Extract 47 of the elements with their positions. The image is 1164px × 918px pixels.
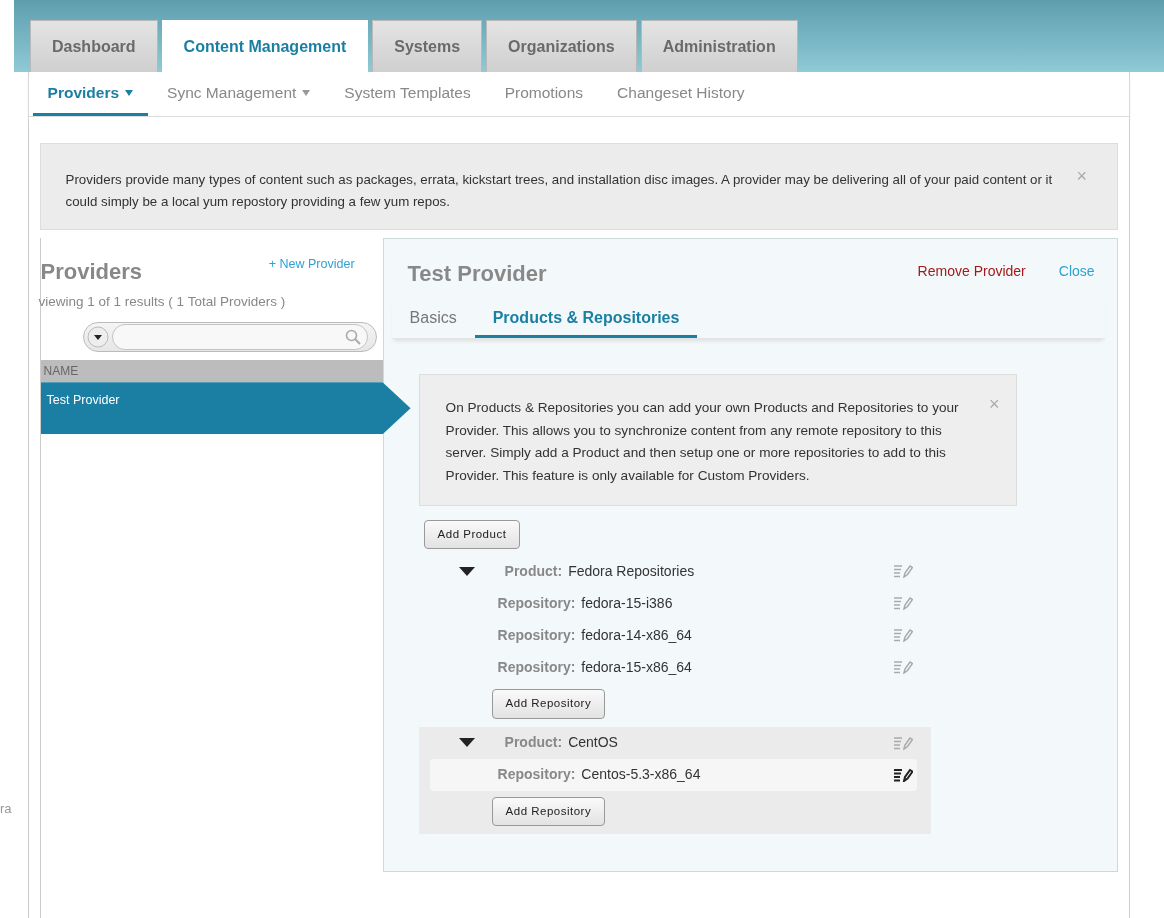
field-label: Product: [504,733,563,752]
provider-row[interactable]: Test Provider [40,382,411,435]
subnav-tab[interactable]: Sync Management [152,72,326,116]
detail-tab[interactable]: Basics [391,300,475,338]
field-label: Repository: [497,625,576,645]
remove-provider-link[interactable]: Remove Provider [917,261,1026,290]
panel-title: Providers [40,258,143,286]
provider-title: Test Provider [407,260,547,288]
results-summary: viewing 1 of 1 results ( 1 Total Providers ) [38,293,287,311]
field-label: Repository: [497,765,576,784]
repository-name: fedora-15-i386 [581,593,673,613]
product-name: Fedora Repositories [568,561,695,581]
column-header: NAME [40,360,383,383]
edit-icon[interactable] [892,767,913,782]
field-label: Repository: [497,657,576,677]
dropdown-icon[interactable] [86,326,109,349]
repository-name: Centos-5.3-x86_64 [581,765,701,784]
expand-icon[interactable] [458,738,475,747]
detail-tab[interactable]: Products & Repositories [474,300,698,338]
help-text: On Products & Repositories you can add your own Products and Repositories to your Provider. This allows you to synchronize content from any remote repository to this server. Simply add a Product and then setup one or more repositories to add to this Provider. This feature is only available for Custom Providers. [445,399,960,485]
close-link[interactable]: Close [1058,261,1095,290]
subnav-tab[interactable]: System Templates [329,72,486,116]
search-field[interactable] [82,322,377,353]
nav-tab[interactable]: Content Management [161,20,369,72]
expand-icon[interactable] [458,566,475,576]
caret-icon [125,89,134,96]
info-text: Providers provide many types of content such as packages, errata, kickstart trees, and installation disc images. A provider may be delivering all of your paid content or it could simply be a local yum repostory providing a few yum repos. [65,171,1054,211]
subnav-tab[interactable]: Changeset History [602,72,760,116]
field-label: Product: [504,561,563,581]
caret-icon [302,89,311,96]
nav-tab[interactable]: Organizations [486,20,637,72]
close-button[interactable]: × [1076,169,1087,183]
product-name: CentOS [568,733,618,752]
repository-name: fedora-14-x86_64 [581,625,692,645]
add-repository-button[interactable]: Add Repository [491,796,606,826]
field-label: Repository: [497,593,576,613]
search-icon [344,329,361,346]
repository-name: fedora-15-x86_64 [581,657,692,677]
add-product-button[interactable]: Add Product [423,520,521,550]
text-fragment: ra [0,800,12,818]
close-button[interactable]: × [989,397,1000,411]
nav-tab[interactable]: Systems [372,20,483,72]
nav-tab[interactable]: Dashboard [30,20,158,72]
subnav-tab[interactable]: Promotions [489,72,599,116]
add-repository-button[interactable]: Add Repository [491,689,606,719]
new-provider-link[interactable]: + New Provider [268,255,355,288]
nav-tab[interactable]: Administration [640,20,798,72]
